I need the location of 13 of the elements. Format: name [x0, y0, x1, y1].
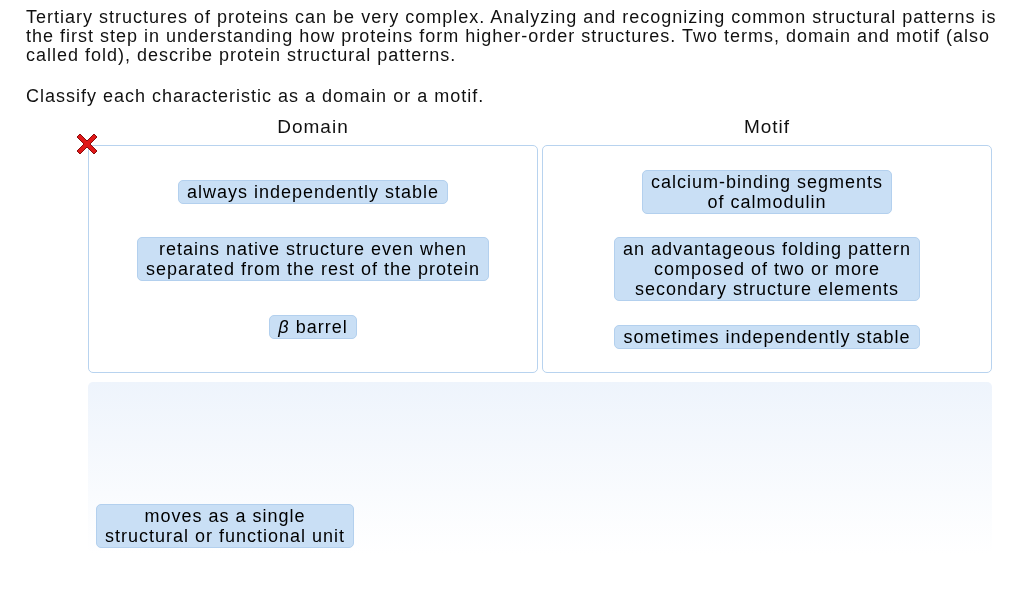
answer-chip[interactable]: β barrel: [269, 314, 357, 339]
answer-chip[interactable]: always independently stable: [177, 179, 449, 204]
drop-bin[interactable]: calcium-binding segments of calmodulin an advantageous folding pattern composed of two or more secondary structure elements sometimes independently stable: [542, 145, 992, 373]
answer-chip[interactable]: calcium-binding segments of calmodulin: [641, 169, 893, 214]
bin-title: Motif: [742, 116, 792, 138]
bin-title: Domain: [276, 116, 350, 138]
instruction-text: Classify each characteristic as a domain or a motif.: [26, 87, 486, 106]
intro-paragraph: Tertiary structures of proteins can be very complex. Analyzing and recognizing common structural patterns is the first step in understanding how proteins form higher-order structures. Two terms, domain and motif (also called fold), describe protein structural patterns.: [26, 8, 998, 65]
answer-chip[interactable]: sometimes independently stable: [614, 324, 920, 349]
drop-bin[interactable]: always independently stable retains native structure even when separated from the rest of the protein β barrel: [88, 145, 538, 373]
answer-chip[interactable]: retains native structure even when separated from the rest of the protein: [136, 237, 490, 281]
answer-chip[interactable]: moves as a single structural or functional unit: [96, 504, 355, 548]
answer-chip[interactable]: an advantageous folding pattern composed of two or more secondary structure elements: [613, 237, 921, 301]
